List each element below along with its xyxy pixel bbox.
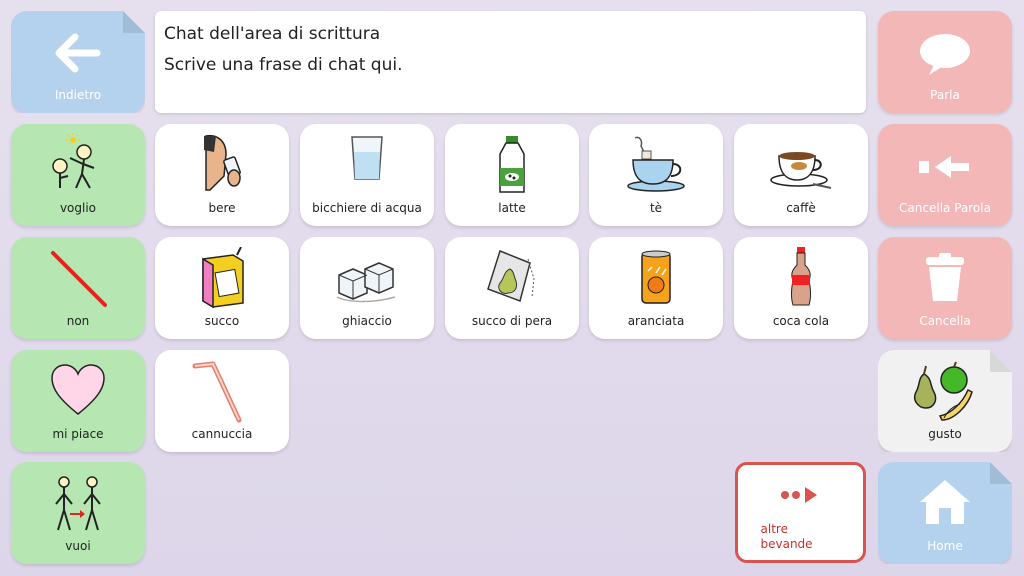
drink-label: bere bbox=[208, 201, 236, 215]
straw-label: cannuccia bbox=[191, 427, 253, 441]
fruit-icon bbox=[878, 360, 1012, 424]
pear-juice-icon bbox=[445, 249, 579, 307]
pear-juice-button[interactable]: succo di pera bbox=[445, 237, 579, 339]
milk-label: latte bbox=[498, 201, 526, 215]
orange-soda-label: aranciata bbox=[627, 314, 685, 328]
coffee-button[interactable]: caffè bbox=[734, 124, 868, 226]
taste-folder-button[interactable]: gusto bbox=[878, 350, 1012, 452]
drink-button[interactable]: bere bbox=[155, 124, 289, 226]
orange-can-icon bbox=[589, 247, 723, 307]
tea-button[interactable]: tè bbox=[589, 124, 723, 226]
no-label: non bbox=[66, 314, 90, 328]
no-button[interactable]: non bbox=[11, 237, 145, 339]
clear-label: Cancella bbox=[919, 314, 971, 328]
you-want-icon bbox=[11, 474, 145, 534]
no-line-icon bbox=[11, 247, 145, 309]
trash-icon bbox=[878, 253, 1012, 303]
want-icon bbox=[11, 132, 145, 192]
cola-button[interactable]: coca cola bbox=[734, 237, 868, 339]
want-button[interactable]: voglio bbox=[11, 124, 145, 226]
milk-bottle-icon bbox=[445, 134, 579, 196]
orange-soda-button[interactable]: aranciata bbox=[589, 237, 723, 339]
home-label: Home bbox=[927, 539, 963, 553]
water-glass-icon bbox=[300, 134, 434, 182]
heart-icon bbox=[11, 362, 145, 418]
more-drinks-button[interactable]: altre bevande bbox=[735, 462, 866, 563]
delete-word-button[interactable]: Cancella Parola bbox=[878, 124, 1012, 226]
home-icon bbox=[878, 478, 1012, 526]
like-label: mi piace bbox=[52, 427, 104, 441]
ice-button[interactable]: ghiaccio bbox=[300, 237, 434, 339]
arrow-left-icon bbox=[11, 33, 145, 73]
drinking-icon bbox=[155, 132, 289, 194]
you-want-label: vuoi bbox=[65, 539, 91, 553]
back-label: Indietro bbox=[54, 88, 102, 102]
tea-label: tè bbox=[649, 201, 663, 215]
like-button[interactable]: mi piace bbox=[11, 350, 145, 452]
speak-button[interactable]: Parla bbox=[878, 11, 1012, 113]
speech-bubble-icon bbox=[878, 31, 1012, 77]
delete-word-label: Cancella Parola bbox=[899, 201, 991, 215]
more-drinks-label: altre bevande bbox=[760, 522, 813, 551]
backspace-arrow-icon bbox=[878, 152, 1012, 182]
straw-button[interactable]: cannuccia bbox=[155, 350, 289, 452]
juice-label: succo bbox=[204, 314, 240, 328]
coffee-cup-icon bbox=[734, 142, 868, 190]
want-label: voglio bbox=[59, 201, 97, 215]
water-glass-label: bicchiere di acqua bbox=[312, 201, 422, 215]
coffee-label: caffè bbox=[786, 201, 816, 215]
cola-label: coca cola bbox=[772, 314, 830, 328]
ice-cubes-icon bbox=[300, 255, 434, 303]
chat-message-box[interactable]: Chat dell'area di scrittura Scrive una f… bbox=[155, 11, 866, 113]
water-glass-button[interactable]: bicchiere di acqua bbox=[300, 124, 434, 226]
chat-line-1: Chat dell'area di scrittura bbox=[164, 24, 381, 44]
taste-label: gusto bbox=[928, 427, 962, 441]
next-page-icon bbox=[738, 485, 863, 505]
chat-line-2: Scrive una frase di chat qui. bbox=[164, 55, 403, 75]
juice-button[interactable]: succo bbox=[155, 237, 289, 339]
cola-bottle-icon bbox=[734, 245, 868, 309]
home-button[interactable]: Home bbox=[878, 462, 1012, 564]
speak-label: Parla bbox=[930, 88, 960, 102]
juice-box-icon bbox=[155, 247, 289, 309]
ice-label: ghiaccio bbox=[342, 314, 392, 328]
back-button[interactable]: Indietro bbox=[11, 11, 145, 113]
straw-icon bbox=[155, 360, 289, 424]
you-want-button[interactable]: vuoi bbox=[11, 462, 145, 564]
milk-button[interactable]: latte bbox=[445, 124, 579, 226]
tea-cup-icon bbox=[589, 134, 723, 192]
pear-juice-label: succo di pera bbox=[471, 314, 553, 328]
clear-button[interactable]: Cancella bbox=[878, 237, 1012, 339]
